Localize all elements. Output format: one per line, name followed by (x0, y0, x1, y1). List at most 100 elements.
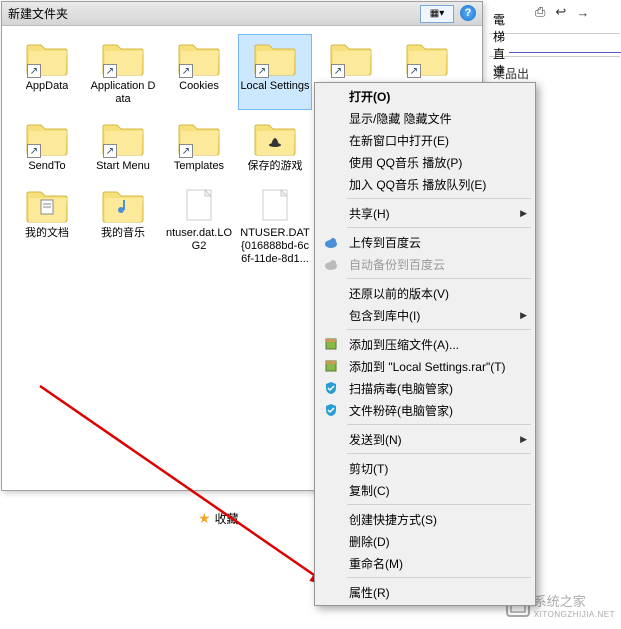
shortcut-arrow-icon: ↗ (255, 64, 269, 78)
file-label: Templates (174, 160, 224, 173)
menu-item-label: 共享(H) (349, 205, 390, 222)
menu-item-label: 属性(R) (349, 584, 390, 601)
folder-music-icon (99, 185, 147, 225)
menu-item-label: 使用 QQ音乐 播放(P) (349, 154, 462, 171)
forward-icon[interactable]: → (576, 5, 589, 20)
menu-item[interactable]: 使用 QQ音乐 播放(P) (317, 151, 533, 173)
menu-item[interactable]: 属性(R) (317, 581, 533, 603)
menu-item-label: 创建快捷方式(S) (349, 511, 437, 528)
menu-item-label: 自动备份到百度云 (349, 256, 445, 273)
shortcut-arrow-icon: ↗ (179, 64, 193, 78)
shortcut-arrow-icon: ↗ (407, 64, 421, 78)
menu-separator (347, 227, 531, 228)
elevator-input[interactable] (509, 37, 621, 53)
menu-item-label: 扫描病毒(电脑管家) (349, 380, 453, 397)
file-label: Application Data (88, 80, 158, 106)
context-menu: 打开(O) 显示/隐藏 隐藏文件在新窗口中打开(E) 使用 QQ音乐 播放(P) 加入… (314, 82, 536, 606)
menu-item-label: 还原以前的版本(V) (349, 285, 449, 302)
menu-item-label: 添加到压缩文件(A)... (349, 336, 459, 353)
file-label: Start Menu (96, 160, 150, 173)
menu-item-label: 在新窗口中打开(E) (349, 132, 449, 149)
menu-item[interactable]: 复制(C) (317, 479, 533, 501)
file-item[interactable]: ↗ AppData (10, 34, 84, 110)
file-item[interactable]: ↗ Application Data (86, 34, 160, 110)
menu-item-label: 加入 QQ音乐 播放队列(E) (349, 176, 486, 193)
shortcut-arrow-icon: ↗ (103, 144, 117, 158)
rar-icon (323, 336, 339, 352)
file-label: NTUSER.DAT{016888bd-6c6f-11de-8d1... (240, 227, 310, 266)
shortcut-arrow-icon: ↗ (103, 64, 117, 78)
star-icon: ★ (198, 510, 211, 527)
menu-item-label: 发送到(N) (349, 431, 402, 448)
menu-item[interactable]: 上传到百度云 (317, 231, 533, 253)
menu-item[interactable]: 文件粉碎(电脑管家) (317, 399, 533, 421)
folder-shortcut-icon: ↗ (251, 38, 299, 78)
menu-item[interactable]: 共享(H)▶ (317, 202, 533, 224)
menu-item[interactable]: 重命名(M) (317, 552, 533, 574)
file-label: Local Settings (240, 80, 309, 93)
menu-item[interactable]: 创建快捷方式(S) (317, 508, 533, 530)
menu-item: 自动备份到百度云 (317, 253, 533, 275)
folder-shortcut-icon: ↗ (23, 38, 71, 78)
folder-shortcut-icon: ↗ (403, 38, 451, 78)
file-blank-icon (175, 185, 223, 225)
file-item[interactable]: 保存的游戏 (238, 114, 312, 177)
file-item[interactable]: 我的文档 (10, 181, 84, 270)
file-label: Cookies (179, 80, 219, 93)
folder-shortcut-icon: ↗ (327, 38, 375, 78)
rar-icon (323, 358, 339, 374)
folder-chess-icon (251, 118, 299, 158)
folder-shortcut-icon: ↗ (175, 118, 223, 158)
file-item[interactable]: NTUSER.DAT{016888bd-6c6f-11de-8d1... (238, 181, 312, 270)
back-icon[interactable]: ↩ (555, 4, 566, 20)
view-toggle-button[interactable]: ▦▾ (420, 5, 454, 23)
menu-separator (347, 278, 531, 279)
file-blank-icon (251, 185, 299, 225)
file-item[interactable]: ↗ SendTo (10, 114, 84, 177)
menu-item-label: 删除(D) (349, 533, 390, 550)
menu-item[interactable]: 打开(O) (317, 85, 533, 107)
file-label: AppData (26, 80, 69, 93)
menu-item[interactable]: 扫描病毒(电脑管家) (317, 377, 533, 399)
menu-item[interactable]: 发送到(N)▶ (317, 428, 533, 450)
submenu-arrow-icon: ▶ (520, 310, 527, 321)
file-item[interactable]: ntuser.dat.LOG2 (162, 181, 236, 270)
menu-item[interactable]: 还原以前的版本(V) (317, 282, 533, 304)
print-icon[interactable]: ⎙ (535, 4, 545, 20)
menu-item[interactable]: 在新窗口中打开(E) (317, 129, 533, 151)
cloud-gray-icon (323, 256, 339, 272)
cloud-blue-icon (323, 234, 339, 250)
file-label: ntuser.dat.LOG2 (164, 227, 234, 253)
menu-item[interactable]: 显示/隐藏 隐藏文件 (317, 107, 533, 129)
file-item[interactable]: ↗ Templates (162, 114, 236, 177)
menu-item-label: 打开(O) (349, 88, 390, 105)
file-label: 我的音乐 (101, 227, 145, 240)
menu-item[interactable]: 加入 QQ音乐 播放队列(E) (317, 173, 533, 195)
favorite-button[interactable]: ★ 收藏 (198, 510, 239, 527)
file-label: SendTo (28, 160, 65, 173)
help-icon[interactable]: ? (460, 5, 476, 21)
shortcut-arrow-icon: ↗ (179, 144, 193, 158)
menu-item-label: 显示/隐藏 隐藏文件 (349, 110, 452, 127)
favorite-label: 收藏 (215, 510, 239, 527)
file-item[interactable]: ↗ Local Settings (238, 34, 312, 110)
shortcut-arrow-icon: ↗ (27, 144, 41, 158)
menu-item-label: 复制(C) (349, 482, 390, 499)
folder-shortcut-icon: ↗ (23, 118, 71, 158)
menu-item[interactable]: 添加到 "Local Settings.rar"(T) (317, 355, 533, 377)
file-item[interactable]: ↗ Start Menu (86, 114, 160, 177)
menu-item[interactable]: 包含到库中(I)▶ (317, 304, 533, 326)
menu-item-label: 上传到百度云 (349, 234, 421, 251)
file-item[interactable]: 我的音乐 (86, 181, 160, 270)
watermark-brand: 系统之家 (534, 591, 615, 610)
menu-item[interactable]: 剪切(T) (317, 457, 533, 479)
menu-item[interactable]: 删除(D) (317, 530, 533, 552)
folder-doc-icon (23, 185, 71, 225)
window-title: 新建文件夹 (8, 5, 420, 22)
folder-shortcut-icon: ↗ (99, 118, 147, 158)
menu-item[interactable]: 添加到压缩文件(A)... (317, 333, 533, 355)
file-item[interactable]: ↗ Cookies (162, 34, 236, 110)
menu-item-label: 剪切(T) (349, 460, 388, 477)
shield-icon (323, 380, 339, 396)
shield-icon (323, 402, 339, 418)
